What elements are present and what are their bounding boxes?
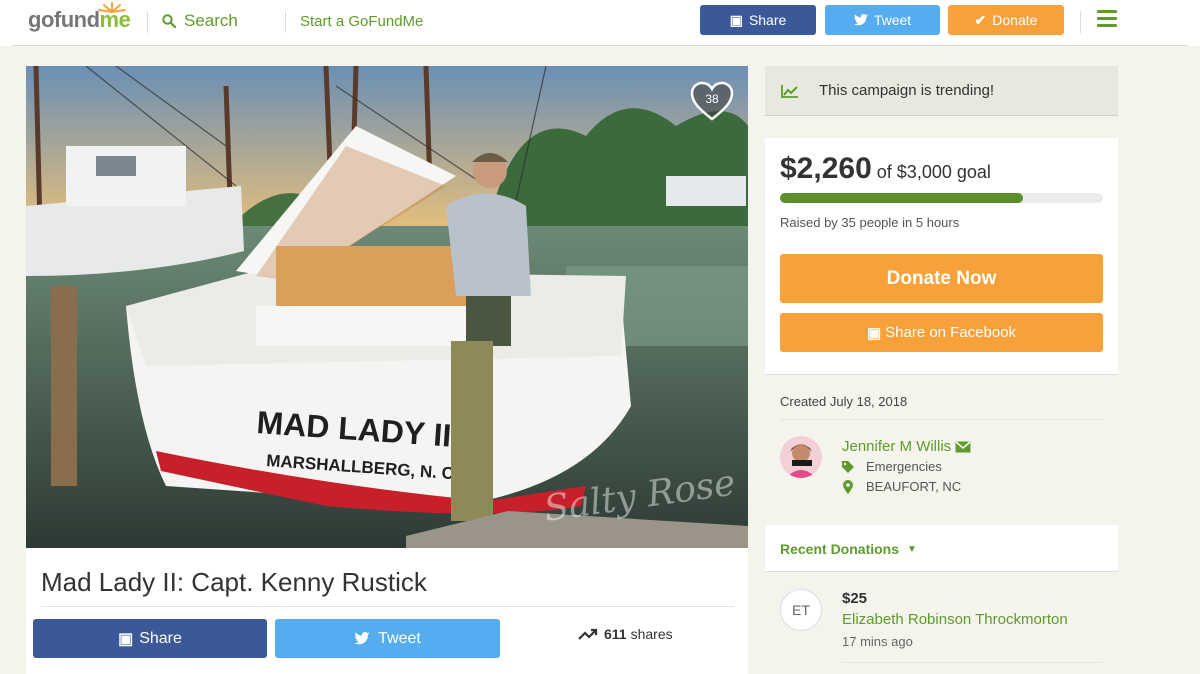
- start-gofundme-link[interactable]: Start a GoFundMe: [300, 13, 423, 30]
- header-divider: [12, 45, 1188, 46]
- checkmark-icon: ✔: [974, 11, 987, 28]
- donation-divider: [842, 662, 1103, 663]
- shares-count: 611 shares: [578, 626, 673, 642]
- header-separator: [285, 11, 286, 33]
- raised-amount: $2,260: [780, 152, 872, 185]
- raised-summary: $2,260 of $3,000 goal: [780, 152, 991, 186]
- search-link[interactable]: Search: [162, 11, 238, 31]
- shares-number: 611: [604, 626, 627, 642]
- category-row: Emergencies: [842, 459, 942, 474]
- donation-time: 17 mins ago: [842, 634, 913, 649]
- tweet-button[interactable]: Tweet: [275, 619, 500, 658]
- tweet-button-label: Tweet: [378, 629, 421, 647]
- organizer-name: Jennifer M Willis: [842, 438, 952, 455]
- envelope-icon[interactable]: [955, 440, 971, 453]
- location-text: BEAUFORT, NC: [866, 479, 962, 494]
- campaign-title: Mad Lady II: Capt. Kenny Rustick: [41, 567, 427, 597]
- donation-amount: $25: [842, 590, 868, 607]
- campaign-photo: MAD LADY II MARSHALLBERG, N. C. Salty Ro…: [26, 66, 748, 548]
- donate-now-button[interactable]: Donate Now: [780, 254, 1103, 303]
- title-divider: [41, 606, 734, 607]
- header-tweet-button[interactable]: Tweet: [825, 5, 940, 35]
- header-tweet-label: Tweet: [873, 12, 912, 28]
- header-share-label: Share: [748, 12, 787, 28]
- share-button[interactable]: ▣ Share: [33, 619, 267, 658]
- tag-icon: [842, 460, 854, 473]
- shares-word: shares: [630, 626, 673, 642]
- header-donate-label: Donate: [992, 12, 1038, 28]
- trending-chart-icon: [781, 84, 798, 98]
- logo-sun-icon: [98, 2, 126, 13]
- share-button-label: Share: [139, 629, 182, 647]
- donor-initials-avatar: ET: [780, 589, 822, 631]
- search-label: Search: [184, 11, 238, 30]
- facebook-icon: ▣: [729, 11, 743, 28]
- hamburger-icon[interactable]: [1097, 10, 1117, 28]
- recent-donations-label: Recent Donations: [780, 541, 900, 557]
- goal-text: of $3,000 goal: [876, 162, 991, 182]
- share-on-facebook-button[interactable]: ▣ Share on Facebook: [780, 313, 1103, 352]
- recent-donations-toggle[interactable]: Recent Donations ▼: [780, 541, 917, 557]
- facebook-icon: ▣: [118, 630, 134, 648]
- progress-bar: [780, 193, 1103, 203]
- organizer-divider: [780, 419, 1103, 420]
- raised-by-text: Raised by 35 people in 5 hours: [780, 215, 960, 230]
- category-text: Emergencies: [866, 459, 942, 474]
- search-icon: [162, 14, 176, 28]
- header-share-button[interactable]: ▣ Share: [700, 5, 816, 35]
- caret-down-icon: ▼: [907, 543, 917, 555]
- logo-text-gofund: gofund: [28, 7, 100, 32]
- trending-up-icon: [578, 628, 598, 640]
- header-separator: [147, 11, 148, 33]
- location-pin-icon: [843, 479, 853, 494]
- trending-text: This campaign is trending!: [819, 82, 995, 99]
- share-on-facebook-label: Share on Facebook: [885, 324, 1017, 341]
- twitter-icon: [853, 14, 868, 26]
- created-date: Created July 18, 2018: [780, 394, 908, 409]
- progress-bar-fill: [780, 193, 1024, 203]
- location-row: BEAUFORT, NC: [842, 479, 961, 494]
- donor-name[interactable]: Elizabeth Robinson Throckmorton: [842, 611, 1068, 628]
- facebook-icon: ▣: [866, 324, 882, 342]
- organizer-name-link[interactable]: Jennifer M Willis: [842, 438, 971, 455]
- organizer-avatar[interactable]: [780, 436, 822, 478]
- twitter-icon: [354, 632, 370, 645]
- header-donate-button[interactable]: ✔ Donate: [948, 5, 1064, 35]
- trending-banner: This campaign is trending!: [765, 66, 1118, 116]
- header-separator: [1080, 11, 1081, 33]
- heart-count: 38: [705, 92, 719, 106]
